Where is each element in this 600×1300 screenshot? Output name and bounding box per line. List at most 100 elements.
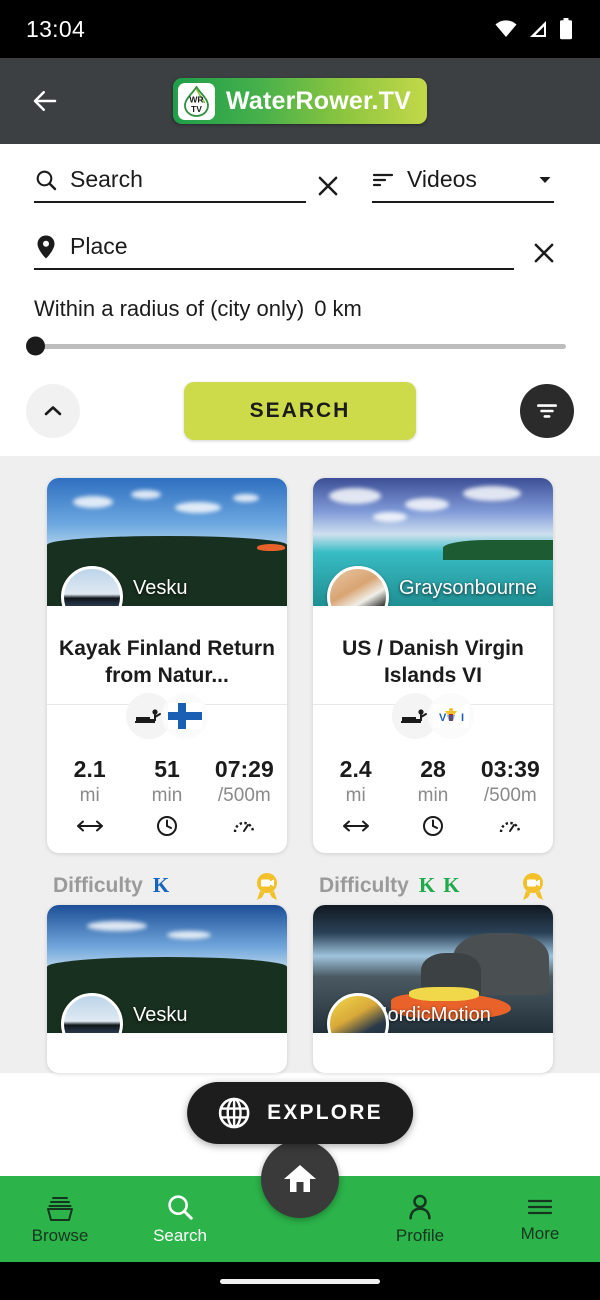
status-indicators — [494, 17, 574, 41]
video-thumbnail[interactable]: Vesku — [47, 904, 287, 1033]
gesture-handle[interactable] — [220, 1278, 380, 1284]
wifi-icon — [495, 20, 517, 37]
nav-label: Browse — [31, 1226, 89, 1245]
video-card[interactable]: Vesku — [47, 904, 287, 1073]
radius-slider-track[interactable] — [26, 336, 566, 356]
difficulty-level-icon: K — [443, 873, 460, 898]
nav-label: More — [520, 1224, 560, 1243]
result-card-column: NordicMotion — [313, 904, 553, 1073]
difficulty-row: Difficulty K K — [313, 853, 553, 905]
stat-value: 28 — [420, 755, 446, 782]
result-card-column: Vesku Kayak Finland Return from Natur... — [47, 478, 287, 905]
nav-label: Search — [153, 1226, 207, 1245]
stat-pace: 03:39 /500m — [472, 756, 549, 837]
stat-duration: 28 min — [394, 756, 471, 837]
nav-item-search[interactable]: Search — [120, 1192, 240, 1246]
flag-us-virgin-islands-icon: V I — [428, 693, 474, 740]
stat-unit: mi — [345, 784, 366, 806]
search-input[interactable]: Search — [34, 166, 306, 203]
result-card-column: Vesku — [47, 904, 287, 1073]
difficulty-level-icon: K — [418, 873, 436, 898]
brand-logo[interactable]: WR TV WaterRower.TV — [172, 78, 428, 124]
stat-unit: /500m — [217, 784, 271, 806]
video-card[interactable]: Graysonbourne US / Danish Virgin Islands… — [313, 478, 553, 853]
collapse-panel-button[interactable] — [26, 384, 80, 438]
status-clock: 13:04 — [26, 15, 86, 42]
channel-name: Vesku — [133, 1003, 188, 1026]
cell-signal-icon — [530, 21, 546, 37]
place-input-text: Place — [70, 233, 128, 259]
nav-item-more[interactable]: More — [480, 1194, 600, 1244]
chevron-up-icon — [44, 406, 62, 416]
clock-icon — [156, 815, 177, 836]
explore-button[interactable]: EXPLORE — [187, 1082, 413, 1144]
radius-label: Within a radius of (city only) — [34, 296, 305, 321]
stat-unit: mi — [79, 784, 100, 806]
search-clear-button[interactable] — [306, 173, 350, 199]
video-stats: 2.4 mi 28 min 03:39 /500m — [313, 752, 553, 853]
stat-value: 51 — [154, 755, 180, 782]
radius-slider[interactable] — [0, 322, 600, 356]
filter-button[interactable] — [520, 384, 574, 438]
video-title: US / Danish Virgin Islands VI — [342, 637, 524, 687]
home-button[interactable] — [261, 1140, 339, 1218]
stat-distance: 2.1 mi — [51, 756, 128, 837]
stat-unit: /500m — [483, 784, 537, 806]
home-icon — [284, 1165, 316, 1192]
video-thumbnail[interactable]: Vesku — [47, 478, 287, 606]
back-arrow-icon — [33, 91, 57, 111]
svg-text:TV: TV — [191, 104, 202, 114]
bottom-navigation: Browse Search Profile More — [0, 1140, 600, 1262]
nav-item-browse[interactable]: Browse — [0, 1192, 120, 1246]
battery-icon — [560, 18, 572, 40]
filter-icon — [537, 404, 557, 418]
waterrower-droplet-icon: WR TV — [177, 82, 215, 120]
radius-slider-thumb[interactable] — [26, 336, 45, 356]
place-input[interactable]: Place — [34, 233, 514, 270]
status-bar: 13:04 — [0, 0, 600, 58]
search-icon — [36, 170, 57, 190]
stat-distance: 2.4 mi — [317, 756, 394, 837]
speed-icon — [234, 821, 255, 832]
nav-label: Profile — [395, 1226, 445, 1245]
flag-finland-icon — [162, 693, 208, 740]
video-thumbnail[interactable]: NordicMotion — [313, 904, 553, 1033]
place-clear-button[interactable] — [522, 240, 566, 266]
video-title: Kayak Finland Return from Natur... — [59, 637, 275, 687]
stat-value: 2.4 — [339, 755, 372, 782]
stat-unit: min — [417, 784, 449, 806]
content-type-value: Videos — [407, 166, 477, 192]
results-grid: Vesku Kayak Finland Return from Natur... — [0, 456, 600, 1073]
distance-icon — [76, 820, 103, 832]
video-card[interactable]: NordicMotion — [313, 904, 553, 1073]
back-button[interactable] — [14, 70, 76, 132]
stat-value: 07:29 — [214, 755, 274, 782]
radius-value: 0 km — [314, 296, 362, 321]
search-panel: Search Videos Place Within a radius of (… — [0, 144, 600, 456]
radius-label-row: Within a radius of (city only) 0 km — [0, 270, 600, 322]
location-pin-icon — [37, 235, 55, 258]
nav-item-profile[interactable]: Profile — [360, 1192, 480, 1246]
svg-text:I: I — [461, 712, 464, 724]
person-icon — [409, 1194, 431, 1220]
difficulty-label: Difficulty — [319, 873, 409, 897]
difficulty-level-icon: K — [152, 873, 170, 898]
menu-icon — [527, 1199, 553, 1215]
stat-unit: min — [151, 784, 183, 806]
clock-icon — [422, 815, 443, 836]
distance-icon — [342, 820, 369, 832]
award-medal-icon — [523, 872, 543, 900]
video-card[interactable]: Vesku Kayak Finland Return from Natur... — [47, 478, 287, 853]
stat-duration: 51 min — [128, 756, 205, 837]
search-button[interactable]: SEARCH — [184, 382, 416, 440]
gesture-bar — [0, 1262, 600, 1300]
search-actions-row: SEARCH — [0, 356, 600, 440]
browse-icon — [47, 1197, 73, 1221]
difficulty-row: Difficulty K — [47, 853, 287, 905]
close-icon — [318, 176, 338, 196]
search-row: Search Videos — [0, 144, 600, 203]
close-icon — [534, 243, 554, 263]
video-thumbnail[interactable]: Graysonbourne — [313, 478, 553, 606]
content-type-dropdown[interactable]: Videos — [372, 166, 554, 203]
app-bar: WR TV WaterRower.TV — [0, 58, 600, 144]
